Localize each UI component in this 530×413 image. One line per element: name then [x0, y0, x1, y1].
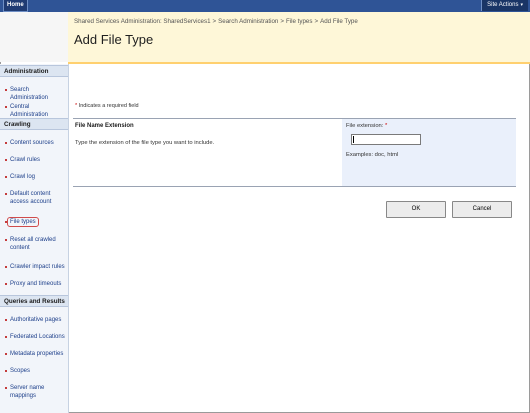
- nav-item-server-name-mappings[interactable]: Server name mappings: [0, 384, 56, 400]
- examples-hint: Examples: doc, html: [346, 152, 399, 158]
- nav-heading-queries-and-results[interactable]: Queries and Results: [0, 295, 68, 307]
- nav-item-crawler-impact-rules[interactable]: Crawler impact rules: [0, 263, 68, 271]
- breadcrumb-ssp-admin[interactable]: Shared Services Administration: SharedSe…: [74, 18, 211, 25]
- breadcrumb-separator: >: [314, 18, 319, 25]
- breadcrumb-search-admin[interactable]: Search Administration: [218, 18, 278, 25]
- nav-item-crawl-rules[interactable]: Crawl rules: [0, 156, 68, 164]
- bullet-icon: [5, 266, 7, 268]
- nav-item-proxy-and-timeouts[interactable]: Proxy and timeouts: [0, 280, 68, 288]
- nav-item-content-sources[interactable]: Content sources: [0, 139, 68, 147]
- section-file-name-extension: File Name Extension Type the extension o…: [73, 119, 342, 186]
- required-note-text: Indicates a required field: [78, 103, 139, 109]
- nav-item-scopes[interactable]: Scopes: [0, 367, 68, 375]
- nav-item-authoritative-pages[interactable]: Authoritative pages: [0, 316, 68, 324]
- site-actions-menu[interactable]: Site Actions ▾: [481, 0, 528, 11]
- page-title: Add File Type: [74, 32, 154, 47]
- cancel-button[interactable]: Cancel: [452, 201, 512, 218]
- nav-item-search-administration[interactable]: Search Administration: [0, 86, 68, 102]
- quick-launch-nav: Administration Search Administration Cen…: [0, 64, 69, 413]
- bullet-icon: [5, 239, 7, 241]
- site-actions-label: Site Actions: [487, 2, 519, 8]
- nav-item-reset-all-crawled-content[interactable]: Reset all crawled content: [0, 236, 60, 252]
- breadcrumb-separator: >: [280, 18, 284, 25]
- section-description: Type the extension of the file type you …: [75, 140, 215, 146]
- nav-item-default-content-access-account[interactable]: Default content access account: [0, 190, 66, 206]
- required-star: *: [75, 103, 78, 109]
- breadcrumb-current: Add File Type: [320, 18, 358, 25]
- bullet-icon: [5, 176, 7, 178]
- section-title: File Name Extension: [75, 123, 134, 129]
- bullet-icon: [5, 89, 7, 91]
- bullet-icon: [5, 193, 7, 195]
- nav-item-file-types[interactable]: File types: [0, 217, 68, 227]
- bullet-icon: [5, 221, 7, 223]
- top-navigation-bar: Home Site Actions ▾: [0, 0, 530, 12]
- nav-heading-crawling[interactable]: Crawling: [0, 118, 68, 130]
- required-field-note: * Indicates a required field: [75, 103, 139, 109]
- breadcrumb: Shared Services Administration: SharedSe…: [74, 18, 358, 25]
- bullet-icon: [5, 353, 7, 355]
- home-tab[interactable]: Home: [3, 0, 28, 12]
- bullet-icon: [5, 159, 7, 161]
- title-area-left: [0, 12, 68, 62]
- bullet-icon: [5, 370, 7, 372]
- bullet-icon: [5, 106, 7, 108]
- file-extension-label: File extension: *: [346, 123, 387, 129]
- page-title-area: Shared Services Administration: SharedSe…: [68, 12, 530, 64]
- nav-item-metadata-properties[interactable]: Metadata properties: [0, 350, 68, 358]
- ok-button[interactable]: OK: [386, 201, 446, 218]
- bullet-icon: [5, 142, 7, 144]
- nav-heading-administration[interactable]: Administration: [0, 65, 68, 77]
- nav-item-federated-locations[interactable]: Federated Locations: [0, 333, 68, 341]
- bullet-icon: [5, 319, 7, 321]
- form-bottom-divider: [73, 186, 516, 187]
- breadcrumb-separator: >: [212, 18, 217, 25]
- bullet-icon: [5, 283, 7, 285]
- field-label-text: File extension:: [346, 123, 384, 129]
- nav-item-crawl-log[interactable]: Crawl log: [0, 173, 68, 181]
- breadcrumb-file-types[interactable]: File types: [286, 18, 312, 25]
- nav-item-central-administration[interactable]: Central Administration: [0, 103, 68, 119]
- bullet-icon: [5, 387, 7, 389]
- chevron-down-icon: ▾: [520, 2, 523, 8]
- required-star: *: [385, 123, 388, 129]
- field-panel: File extension: * Examples: doc, html: [342, 119, 516, 186]
- file-extension-input[interactable]: [351, 134, 421, 145]
- text-cursor: [353, 136, 354, 143]
- bullet-icon: [5, 336, 7, 338]
